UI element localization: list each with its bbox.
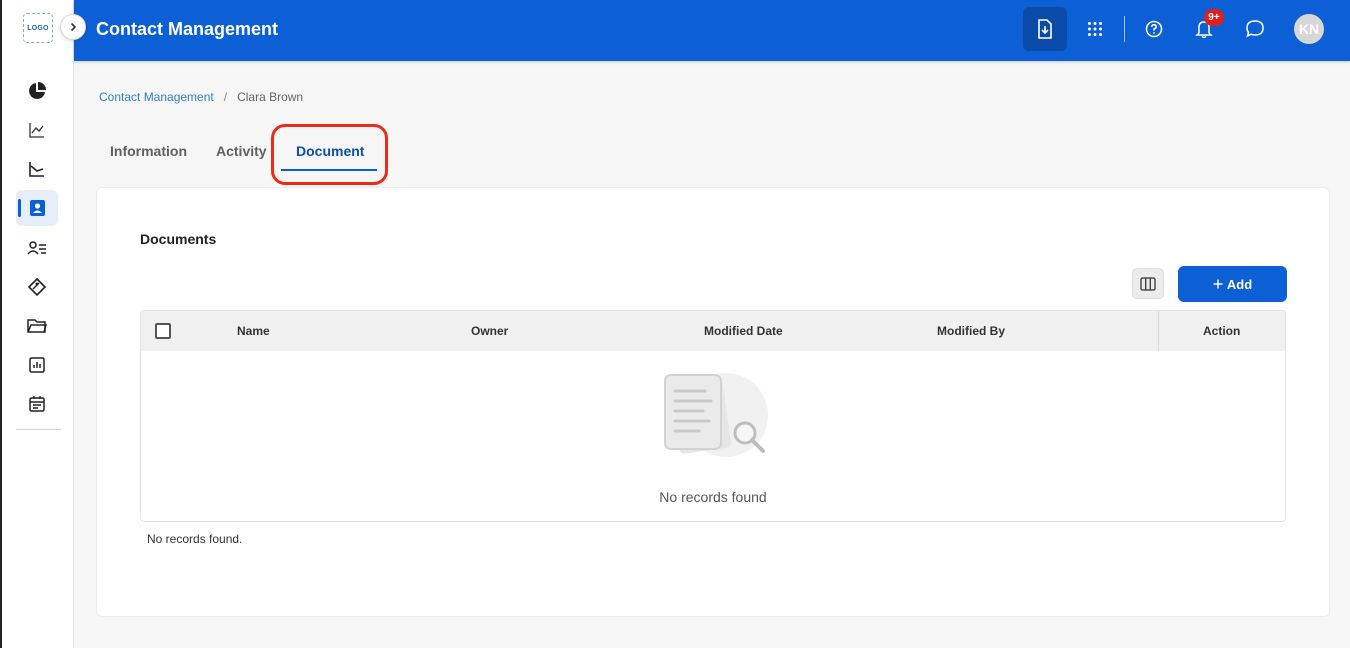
file-download-icon [1038,19,1052,39]
breadcrumb-current: Clara Brown [237,90,304,104]
table-header: Name Owner Modified Date Modified By Act… [141,311,1285,351]
user-avatar[interactable]: KN [1294,14,1324,44]
empty-documents-illustration [664,373,768,457]
column-header-modified-date[interactable]: Modified Date [704,324,783,338]
sidebar-toggle-button[interactable] [60,14,86,40]
help-button[interactable] [1138,7,1170,51]
tab-activity[interactable]: Activity [216,143,267,159]
line-chart-icon [29,123,44,138]
notification-badge: 9+ [1204,9,1224,26]
highlight-annotation [271,124,388,185]
plus-icon [1213,279,1223,289]
sidebar-item-trends[interactable] [16,112,58,148]
pie-chart-icon [29,82,46,99]
sidebar-item-dashboard[interactable] [16,73,58,109]
help-icon [1145,20,1163,38]
breadcrumb-link-contact-management[interactable]: Contact Management [99,90,214,104]
sidebar: LOGO [2,0,74,648]
export-button[interactable] [1023,7,1067,51]
tag-icon [28,278,46,296]
column-header-name[interactable]: Name [237,324,270,338]
column-header-owner[interactable]: Owner [471,324,508,338]
apps-grid-icon [1088,22,1102,36]
section-title: Documents [140,231,217,247]
column-settings-button[interactable] [1132,268,1164,299]
column-divider [1158,311,1159,351]
sidebar-item-calendar[interactable] [16,386,58,422]
contacts-icon [30,200,45,216]
sidebar-item-analytics[interactable] [16,151,58,187]
top-header: Contact Management 9+ KN [74,0,1350,61]
sidebar-item-reports[interactable] [16,347,58,383]
empty-state: No records found [141,351,1285,521]
chat-button[interactable] [1239,7,1271,51]
sidebar-divider [16,429,61,430]
breadcrumb: Contact Management / Clara Brown [99,90,303,104]
logo: LOGO [23,13,53,43]
sidebar-item-users[interactable] [16,230,58,266]
chat-icon [1246,20,1264,38]
sidebar-item-files[interactable] [16,308,58,344]
empty-state-text: No records found [659,489,767,505]
folder-icon [27,319,47,333]
select-all-checkbox[interactable] [155,323,171,339]
documents-table: Name Owner Modified Date Modified By Act… [140,310,1286,522]
sidebar-item-contacts[interactable] [16,190,58,226]
add-button-label: Add [1226,276,1253,292]
columns-icon [1140,276,1156,291]
calendar-icon [29,396,45,412]
sidebar-item-tags[interactable] [16,269,58,305]
apps-grid-button[interactable] [1079,7,1111,51]
add-document-button[interactable]: Add [1178,266,1287,302]
column-header-action: Action [1203,324,1241,338]
user-list-icon [27,241,46,255]
column-header-modified-by[interactable]: Modified By [937,324,1005,338]
area-chart-icon [29,162,44,177]
table-footer-note: No records found. [147,532,243,546]
chevron-right-icon [70,22,77,32]
app-title: Contact Management [96,19,279,39]
tab-information[interactable]: Information [110,143,187,159]
breadcrumb-separator: / [223,90,228,104]
header-separator [1124,16,1125,42]
report-icon [29,357,45,373]
